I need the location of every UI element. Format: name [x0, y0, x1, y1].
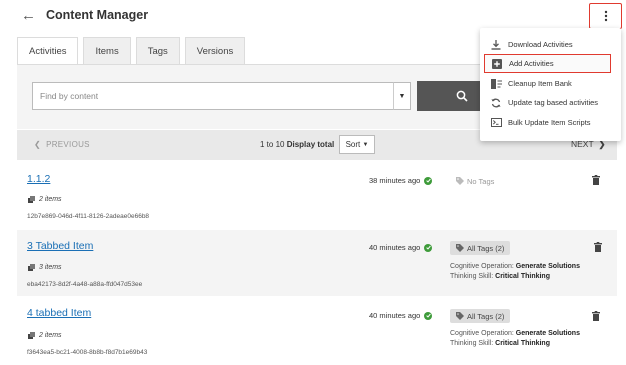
trash-icon[interactable] — [592, 311, 600, 321]
check-circle-icon — [424, 243, 433, 252]
tags-badge: No Tags — [450, 174, 500, 188]
tag-value: Critical Thinking — [495, 340, 550, 347]
menu-item-label: Download Activities — [508, 40, 573, 49]
menu-item-label: Update tag based activities — [508, 98, 599, 107]
range-text: 1 to 10 — [260, 140, 285, 149]
back-arrow-icon[interactable]: ← — [21, 7, 36, 24]
tag-key: Thinking Skill: — [450, 340, 494, 347]
activity-id: eba42173-8d2f-4a48-a88a-ffd047d53ee — [27, 281, 143, 288]
tags-label: All Tags (2) — [467, 311, 505, 321]
menu-item-label: Bulk Update Item Scripts — [508, 118, 591, 127]
time-label: 40 minutes ago — [369, 243, 421, 252]
menu-item-bulk-update-item-scripts[interactable]: Bulk Update Item Scripts — [484, 113, 611, 132]
chevron-left-icon: ❮ — [34, 140, 42, 149]
item-count: 2 items — [28, 332, 62, 339]
menu-item-add-activities[interactable]: Add Activities — [484, 54, 611, 73]
check-circle-icon — [424, 176, 433, 185]
previous-page-button[interactable]: ❮ PREVIOUS — [34, 140, 90, 149]
more-options-button[interactable] — [589, 3, 622, 29]
all-tags-button[interactable]: All Tags (2) — [450, 309, 511, 323]
item-count-label: 2 items — [39, 196, 62, 203]
sort-label: Sort — [345, 140, 361, 149]
download-icon — [484, 39, 508, 50]
item-count-label: 3 items — [39, 264, 62, 271]
item-count-label: 2 items — [39, 332, 62, 339]
time-label: 38 minutes ago — [369, 176, 421, 185]
kebab-menu-icon — [604, 10, 607, 22]
updated-time: 40 minutes ago — [369, 243, 433, 252]
updated-time: 40 minutes ago — [369, 311, 433, 320]
tab-versions[interactable]: Versions — [184, 37, 246, 64]
stack-icon — [28, 332, 35, 339]
cleanup-icon — [484, 78, 508, 89]
caret-down-icon: ▼ — [398, 92, 406, 100]
tag-value: Generate Solutions — [515, 330, 580, 337]
tag-details: Cognitive Operation: Generate Solutions … — [450, 329, 580, 349]
trash-icon[interactable] — [594, 242, 602, 252]
display-total-label: Display total — [286, 140, 335, 149]
activity-id: f3643ea5-bc21-4008-8b8b-f8d7b1e69b43 — [27, 349, 148, 356]
tag-icon — [456, 244, 464, 252]
tab-activities[interactable]: Activities — [17, 37, 79, 65]
previous-label: PREVIOUS — [46, 140, 90, 149]
page-title: Content Manager — [46, 8, 149, 22]
more-options-menu: Download Activities Add Activities Clean… — [480, 28, 621, 141]
tag-value: Critical Thinking — [495, 273, 550, 280]
tag-icon — [456, 312, 464, 320]
tab-bar: Activities Items Tags Versions — [17, 37, 250, 65]
tab-items[interactable]: Items — [83, 37, 131, 64]
refresh-icon — [484, 98, 508, 108]
time-label: 40 minutes ago — [369, 311, 421, 320]
tag-key: Cognitive Operation: — [450, 330, 514, 337]
search-icon — [456, 90, 468, 102]
stack-icon — [28, 264, 35, 271]
updated-time: 38 minutes ago — [369, 176, 433, 185]
sort-button[interactable]: Sort ▼ — [339, 135, 375, 154]
activity-title-link[interactable]: 4 tabbed Item — [27, 307, 91, 319]
menu-item-label: Add Activities — [509, 59, 554, 68]
terminal-icon — [484, 118, 508, 127]
check-circle-icon — [424, 311, 433, 320]
activity-row: 4 tabbed Item 2 items f3643ea5-bc21-4008… — [17, 297, 617, 365]
trash-icon[interactable] — [592, 175, 600, 185]
tag-value: Generate Solutions — [515, 263, 580, 270]
menu-item-update-tag-based-activities[interactable]: Update tag based activities — [484, 93, 611, 112]
tag-key: Thinking Skill: — [450, 273, 494, 280]
pagination-info: 1 to 10 Display total — [260, 140, 334, 149]
search-scope-dropdown[interactable]: ▼ — [393, 82, 411, 110]
menu-item-download-activities[interactable]: Download Activities — [484, 35, 611, 54]
stack-icon — [28, 196, 35, 203]
tags-label: All Tags (2) — [467, 243, 505, 253]
caret-down-icon: ▼ — [362, 141, 369, 148]
plus-box-icon — [485, 58, 509, 69]
all-tags-button[interactable]: All Tags (2) — [450, 241, 511, 255]
tag-details: Cognitive Operation: Generate Solutions … — [450, 262, 580, 282]
tag-icon — [456, 177, 464, 185]
tags-label: No Tags — [467, 176, 495, 186]
search-input[interactable] — [32, 82, 394, 110]
activity-id: 12b7e869-046d-4f11-8126-2adeae0e66b8 — [27, 213, 150, 220]
tab-tags[interactable]: Tags — [135, 37, 180, 64]
menu-item-cleanup-item-bank[interactable]: Cleanup Item Bank — [484, 74, 611, 93]
item-count: 3 items — [28, 264, 62, 271]
activity-title-link[interactable]: 1.1.2 — [27, 173, 50, 185]
tag-key: Cognitive Operation: — [450, 263, 514, 270]
activity-row: 3 Tabbed Item 3 items eba42173-8d2f-4a48… — [17, 230, 617, 296]
item-count: 2 items — [28, 196, 62, 203]
menu-item-label: Cleanup Item Bank — [508, 79, 572, 88]
activity-row: 1.1.2 2 items 12b7e869-046d-4f11-8126-2a… — [17, 161, 617, 229]
activity-title-link[interactable]: 3 Tabbed Item — [27, 240, 93, 252]
